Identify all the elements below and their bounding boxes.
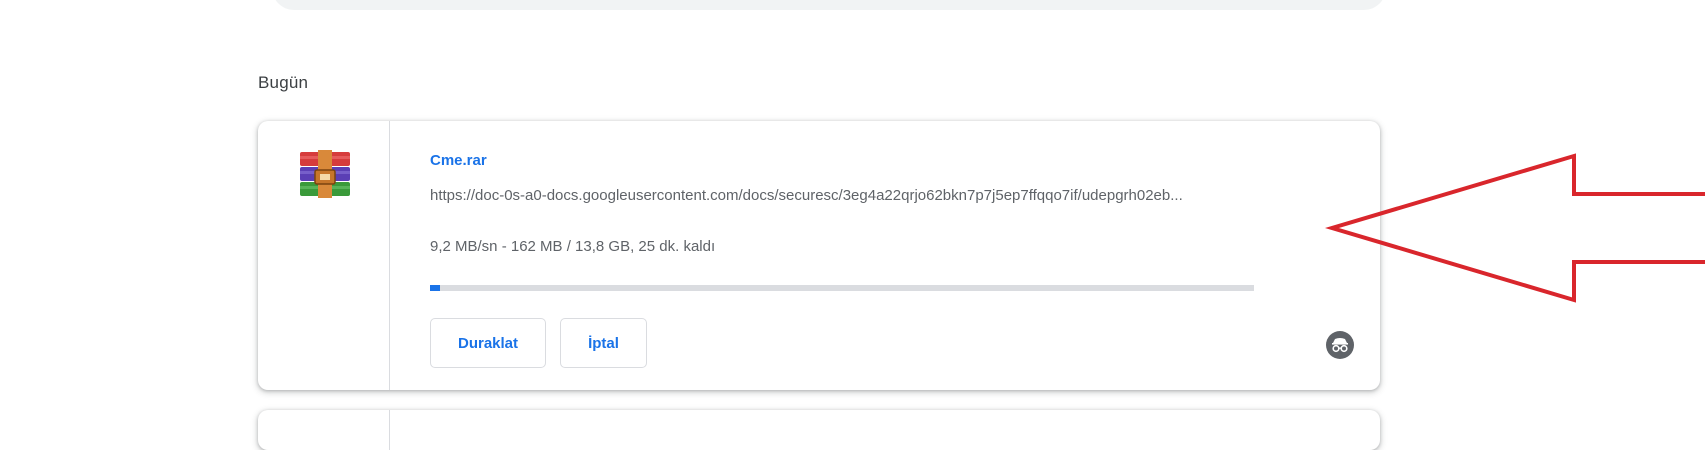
next-download-card [258,410,1380,450]
section-date-heading: Bugün [258,73,309,92]
download-card: Cme.rar https://doc-0s-a0-docs.googleuse… [258,121,1380,390]
file-name-link[interactable]: Cme.rar [430,152,487,169]
search-bar[interactable] [272,0,1386,10]
download-status: 9,2 MB/sn - 162 MB / 13,8 GB, 25 dk. kal… [430,238,716,255]
annotation-arrow [1324,153,1705,303]
pause-button[interactable]: Duraklat [430,318,546,368]
winrar-archive-icon [300,150,350,198]
incognito-icon [1326,331,1354,359]
card-divider [389,121,390,390]
file-url: https://doc-0s-a0-docs.googleusercontent… [430,187,1183,204]
download-progress-fill [430,285,440,291]
download-progress-bar [430,285,1254,291]
card-divider [389,410,390,450]
cancel-button[interactable]: İptal [560,318,647,368]
